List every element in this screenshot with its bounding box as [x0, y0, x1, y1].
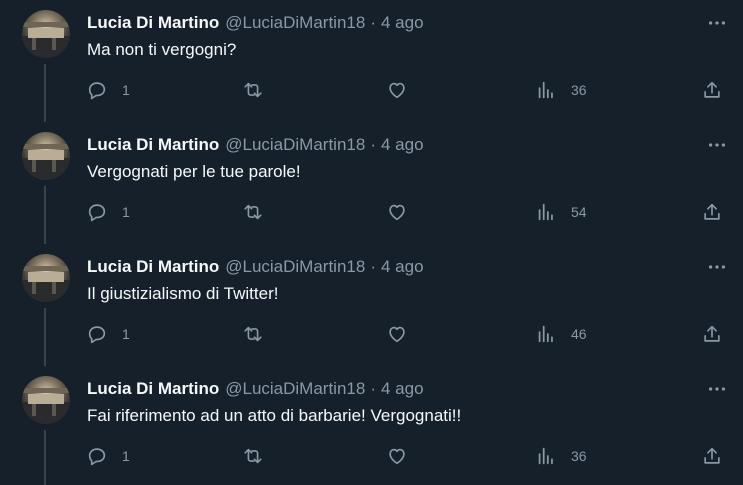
views-bar-chart-icon: [538, 447, 553, 465]
retweet-icon: [244, 82, 262, 98]
tweet[interactable]: Lucia Di Martino @LuciaDiMartin18 · 4 ag…: [0, 0, 743, 122]
retweet-button[interactable]: [242, 436, 264, 476]
share-button[interactable]: [701, 314, 723, 354]
tweet-text: Vergognati per le tue parole!: [87, 162, 301, 181]
retweet-icon: [244, 204, 262, 220]
views-bar-chart-icon: [538, 325, 553, 343]
tweet-header: Lucia Di Martino @LuciaDiMartin18 · 4 ag…: [87, 378, 424, 400]
retweet-icon: [244, 448, 262, 464]
heart-icon: [389, 82, 405, 99]
separator-dot: ·: [370, 13, 376, 32]
heart-icon: [389, 448, 405, 465]
timestamp[interactable]: 4 ago: [381, 13, 424, 33]
tweet-header: Lucia Di Martino @LuciaDiMartin18 · 4 ag…: [87, 134, 424, 156]
more-dots-icon: [708, 387, 726, 391]
share-upload-icon: [704, 325, 720, 342]
views-button[interactable]: 54: [535, 192, 587, 232]
reply-bubble-icon: [88, 82, 106, 100]
heart-icon: [389, 204, 405, 221]
avatar[interactable]: [22, 132, 70, 180]
separator-dot: ·: [370, 135, 376, 154]
reply-button[interactable]: 1: [86, 70, 130, 110]
more-dots-icon: [708, 143, 726, 147]
thread-line: [44, 430, 46, 485]
more-button[interactable]: [703, 134, 731, 156]
share-button[interactable]: [701, 70, 723, 110]
separator-dot: ·: [370, 257, 376, 276]
tweet-text: Il giustizialismo di Twitter!: [87, 284, 279, 303]
more-button[interactable]: [703, 256, 731, 278]
conversation-thread: Lucia Di Martino @LuciaDiMartin18 · 4 ag…: [0, 0, 743, 485]
view-count: 46: [571, 326, 587, 342]
thread-line: [44, 308, 46, 366]
like-button[interactable]: [386, 70, 408, 110]
thread-line: [44, 186, 46, 244]
thread-line: [44, 64, 46, 122]
more-dots-icon: [708, 21, 726, 25]
tweet-text: Ma non ti vergogni?: [87, 40, 237, 59]
retweet-button[interactable]: [242, 192, 264, 232]
view-count: 36: [571, 448, 587, 464]
retweet-icon: [244, 326, 262, 342]
share-upload-icon: [704, 81, 720, 98]
tweet-header: Lucia Di Martino @LuciaDiMartin18 · 4 ag…: [87, 12, 424, 34]
author-name[interactable]: Lucia Di Martino: [87, 257, 219, 277]
author-name[interactable]: Lucia Di Martino: [87, 135, 219, 155]
avatar[interactable]: [22, 10, 70, 58]
author-name[interactable]: Lucia Di Martino: [87, 13, 219, 33]
timestamp[interactable]: 4 ago: [381, 379, 424, 399]
author-handle[interactable]: @LuciaDiMartin18: [225, 257, 365, 277]
reply-count: 1: [122, 82, 130, 98]
views-button[interactable]: 46: [535, 314, 587, 354]
reply-button[interactable]: 1: [86, 192, 130, 232]
share-upload-icon: [704, 447, 720, 464]
avatar[interactable]: [22, 376, 70, 424]
tweet[interactable]: Lucia Di Martino @LuciaDiMartin18 · 4 ag…: [0, 122, 743, 244]
author-handle[interactable]: @LuciaDiMartin18: [225, 135, 365, 155]
heart-icon: [389, 326, 405, 343]
author-handle[interactable]: @LuciaDiMartin18: [225, 379, 365, 399]
reply-count: 1: [122, 448, 130, 464]
like-button[interactable]: [386, 436, 408, 476]
separator-dot: ·: [370, 379, 376, 398]
author-handle[interactable]: @LuciaDiMartin18: [225, 13, 365, 33]
timestamp[interactable]: 4 ago: [381, 135, 424, 155]
reply-button[interactable]: 1: [86, 314, 130, 354]
views-button[interactable]: 36: [535, 70, 587, 110]
timestamp[interactable]: 4 ago: [381, 257, 424, 277]
view-count: 54: [571, 204, 587, 220]
avatar[interactable]: [22, 254, 70, 302]
view-count: 36: [571, 82, 587, 98]
views-bar-chart-icon: [538, 81, 553, 99]
like-button[interactable]: [386, 314, 408, 354]
reply-count: 1: [122, 326, 130, 342]
share-button[interactable]: [701, 436, 723, 476]
reply-bubble-icon: [88, 326, 106, 344]
more-button[interactable]: [703, 12, 731, 34]
reply-bubble-icon: [88, 204, 106, 222]
share-upload-icon: [704, 203, 720, 220]
retweet-button[interactable]: [242, 314, 264, 354]
reply-bubble-icon: [88, 448, 106, 466]
reply-button[interactable]: 1: [86, 436, 130, 476]
views-button[interactable]: 36: [535, 436, 587, 476]
tweet-header: Lucia Di Martino @LuciaDiMartin18 · 4 ag…: [87, 256, 424, 278]
like-button[interactable]: [386, 192, 408, 232]
more-button[interactable]: [703, 378, 731, 400]
tweet-text: Fai riferimento ad un atto di barbarie! …: [87, 406, 462, 425]
author-name[interactable]: Lucia Di Martino: [87, 379, 219, 399]
reply-count: 1: [122, 204, 130, 220]
tweet[interactable]: Lucia Di Martino @LuciaDiMartin18 · 4 ag…: [0, 244, 743, 366]
more-dots-icon: [708, 265, 726, 269]
retweet-button[interactable]: [242, 70, 264, 110]
tweet[interactable]: Lucia Di Martino @LuciaDiMartin18 · 4 ag…: [0, 366, 743, 485]
share-button[interactable]: [701, 192, 723, 232]
views-bar-chart-icon: [538, 203, 553, 221]
